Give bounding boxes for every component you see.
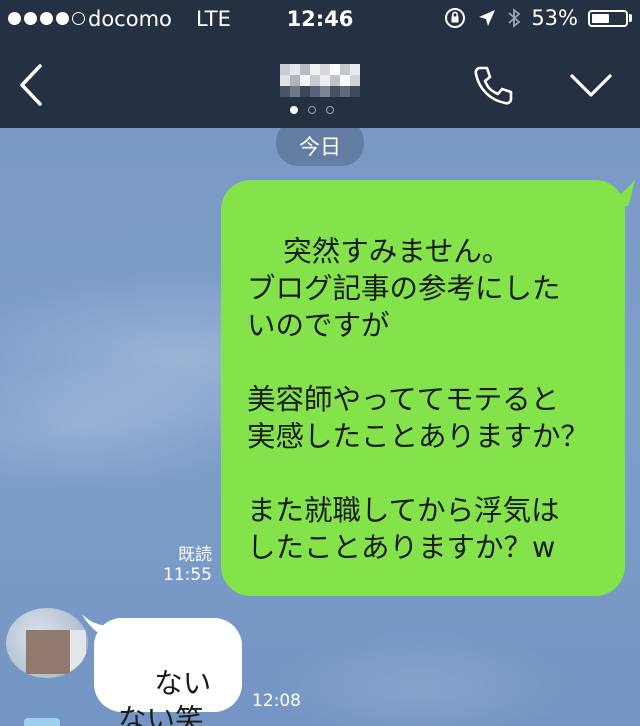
chevron-down-icon: [570, 74, 612, 97]
date-label: 今日: [299, 135, 341, 159]
battery-percent: 53%: [531, 6, 578, 30]
back-button[interactable]: [14, 62, 50, 108]
page-dot-active: [290, 106, 298, 114]
incoming-message-time: 12:08: [252, 691, 301, 711]
page-dot: [308, 106, 316, 114]
status-bar: docomo LTE 12:46 53%: [0, 0, 640, 40]
incoming-message-bubble[interactable]: ない ない笑: [94, 618, 242, 726]
outgoing-message-time: 11:55: [163, 565, 212, 585]
contact-name-pixelated[interactable]: [280, 64, 360, 98]
page-dot: [326, 106, 334, 114]
date-separator: 今日: [276, 128, 364, 166]
chat-area[interactable]: 今日 突然すみません。 ブログ記事の参考にした いのですが 美容師やっててモテる…: [0, 128, 640, 726]
phone-icon: [474, 66, 513, 105]
outgoing-message-bubble[interactable]: 突然すみません。 ブログ記事の参考にした いのですが 美容師やっててモテると 実…: [221, 180, 625, 596]
rotation-lock-icon: [445, 8, 466, 28]
avatar[interactable]: [6, 608, 88, 678]
incoming-message-text: ない ない笑: [118, 667, 212, 726]
menu-button[interactable]: [568, 66, 614, 106]
bluetooth-icon: [508, 8, 521, 28]
page-indicator: [290, 106, 334, 114]
chat-header: [0, 40, 640, 128]
outgoing-message-text: 突然すみません。 ブログ記事の参考にした いのですが 美容師やっててモテると 実…: [247, 235, 590, 564]
next-message-partial: [24, 718, 60, 726]
read-receipt: 既読: [178, 545, 212, 565]
chevron-left-icon: [20, 64, 42, 106]
call-button[interactable]: [470, 62, 516, 108]
location-arrow-icon: [479, 10, 496, 26]
battery-icon: [588, 9, 632, 27]
